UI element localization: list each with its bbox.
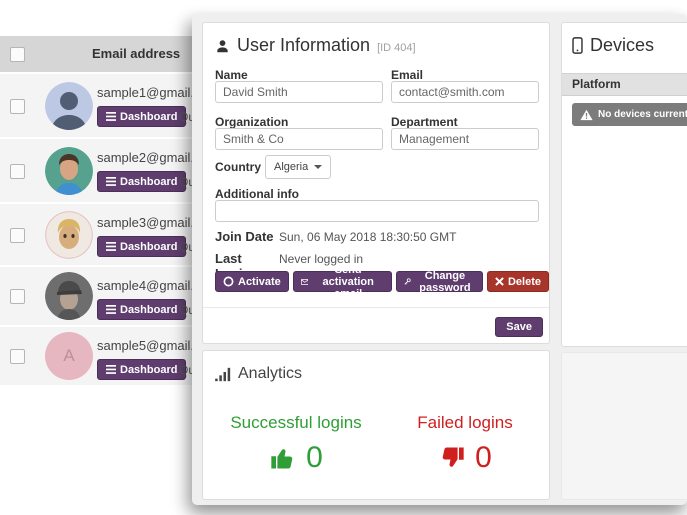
activate-button-label: Activate <box>238 276 281 288</box>
join-date-row: Join Date Sun, 06 May 2018 18:30:50 GMT <box>215 229 456 244</box>
no-devices-alert: No devices currently re <box>572 103 687 126</box>
hamburger-icon <box>106 305 116 314</box>
dashboard-button[interactable]: Dashboard <box>97 106 186 127</box>
row-checkbox[interactable] <box>10 289 25 304</box>
table-row[interactable]: A sample5@gmail.com Dashboard Qui <box>0 327 212 385</box>
change-password-label: Change password <box>415 270 475 294</box>
department-input[interactable] <box>391 128 539 150</box>
user-details-modal: User Information [ID 404] Name Email Org… <box>192 14 687 505</box>
table-row[interactable]: sample1@gmail.com Dashboard Qui <box>0 74 212 137</box>
change-password-button[interactable]: Change password <box>396 271 483 292</box>
user-information-header: User Information [ID 404] <box>215 35 416 56</box>
country-select[interactable]: Algeria <box>265 155 331 179</box>
join-date-label: Join Date <box>215 229 279 244</box>
hamburger-icon <box>106 177 116 186</box>
warning-icon <box>580 109 593 121</box>
dashboard-button-label: Dashboard <box>120 176 177 188</box>
dashboard-button-label: Dashboard <box>120 111 177 123</box>
user-photo <box>45 211 93 259</box>
row-checkbox[interactable] <box>10 228 25 243</box>
avatar: A <box>45 332 93 380</box>
dashboard-button[interactable]: Dashboard <box>97 236 186 257</box>
organization-input[interactable] <box>215 128 383 150</box>
save-button-label: Save <box>506 321 532 333</box>
name-label: Name <box>215 68 248 82</box>
dashboard-button[interactable]: Dashboard <box>97 171 186 192</box>
failed-logins-block: Failed logins 0 <box>389 413 541 475</box>
avatar <box>45 82 93 130</box>
successful-logins-label: Successful logins <box>215 413 377 433</box>
send-activation-email-button[interactable]: Send activation email <box>293 271 392 292</box>
devices-title: Devices <box>590 35 654 56</box>
user-icon <box>215 38 230 54</box>
failed-logins-label: Failed logins <box>389 413 541 433</box>
row-checkbox[interactable] <box>10 99 25 114</box>
avatar <box>45 211 93 259</box>
avatar <box>45 272 93 320</box>
row-checkbox[interactable] <box>10 349 25 364</box>
avatar-initial: A <box>63 346 74 366</box>
dashboard-button[interactable]: Dashboard <box>97 359 186 380</box>
devices-header: Devices <box>572 35 654 56</box>
key-icon <box>404 276 411 287</box>
join-date-value: Sun, 06 May 2018 18:30:50 GMT <box>279 230 456 244</box>
analytics-header: Analytics <box>215 365 302 383</box>
chart-bars-icon <box>215 367 232 382</box>
organization-label: Organization <box>215 115 288 129</box>
additional-info-label: Additional info <box>215 187 299 201</box>
thumbs-down-icon <box>438 444 466 472</box>
empty-panel <box>561 352 687 500</box>
user-id-badge: [ID 404] <box>377 42 416 54</box>
chevron-down-icon <box>314 165 322 169</box>
successful-logins-count: 0 <box>306 441 323 475</box>
thumbs-up-icon <box>269 444 297 472</box>
avatar <box>45 147 93 195</box>
user-photo <box>45 272 93 320</box>
card-title: User Information <box>237 35 370 56</box>
save-button[interactable]: Save <box>495 317 543 337</box>
send-activation-email-label: Send activation email <box>312 264 384 300</box>
mobile-phone-icon <box>572 37 583 54</box>
delete-button[interactable]: Delete <box>487 271 549 292</box>
hamburger-icon <box>106 365 116 374</box>
country-label: Country <box>215 160 261 174</box>
hamburger-icon <box>106 242 116 251</box>
email-input[interactable] <box>391 81 539 103</box>
platform-header-row: Platform <box>562 73 687 96</box>
card-footer-divider <box>203 307 549 308</box>
failed-logins-count: 0 <box>475 441 492 475</box>
name-input[interactable] <box>215 81 383 103</box>
dashboard-button-label: Dashboard <box>120 364 177 376</box>
x-icon <box>495 277 504 286</box>
analytics-card: Analytics Successful logins 0 Failed log… <box>202 350 550 500</box>
department-label: Department <box>391 115 458 129</box>
dashboard-button-label: Dashboard <box>120 304 177 316</box>
hamburger-icon <box>106 112 116 121</box>
email-column-header[interactable]: Email address <box>92 36 180 72</box>
country-selected-value: Algeria <box>274 161 308 173</box>
dashboard-button[interactable]: Dashboard <box>97 299 186 320</box>
dashboard-button-label: Dashboard <box>120 241 177 253</box>
no-devices-message: No devices currently re <box>598 109 687 120</box>
email-label: Email <box>391 68 423 82</box>
table-row[interactable]: sample2@gmail.com Dashboard Qui <box>0 139 212 202</box>
devices-card: Devices Platform No devices currently re <box>561 22 687 347</box>
row-checkbox[interactable] <box>10 164 25 179</box>
table-header-row: Email address <box>0 36 212 72</box>
user-photo <box>45 147 93 195</box>
successful-logins-block: Successful logins 0 <box>215 413 377 475</box>
envelope-icon <box>301 277 309 287</box>
table-row[interactable]: sample4@gmail.com Dashboard Qui <box>0 267 212 325</box>
activate-button[interactable]: Activate <box>215 271 289 292</box>
user-information-card: User Information [ID 404] Name Email Org… <box>202 22 550 344</box>
table-row[interactable]: sample3@gmail.com Dashboard Qui <box>0 204 212 265</box>
person-silhouette-icon <box>45 82 93 130</box>
platform-column-header: Platform <box>572 74 621 95</box>
select-all-checkbox[interactable] <box>10 47 25 62</box>
user-actions: Activate Send activation email Change pa… <box>215 271 549 292</box>
circle-icon <box>223 276 234 287</box>
analytics-title: Analytics <box>238 365 302 383</box>
additional-info-input[interactable] <box>215 200 539 222</box>
delete-button-label: Delete <box>508 276 541 288</box>
